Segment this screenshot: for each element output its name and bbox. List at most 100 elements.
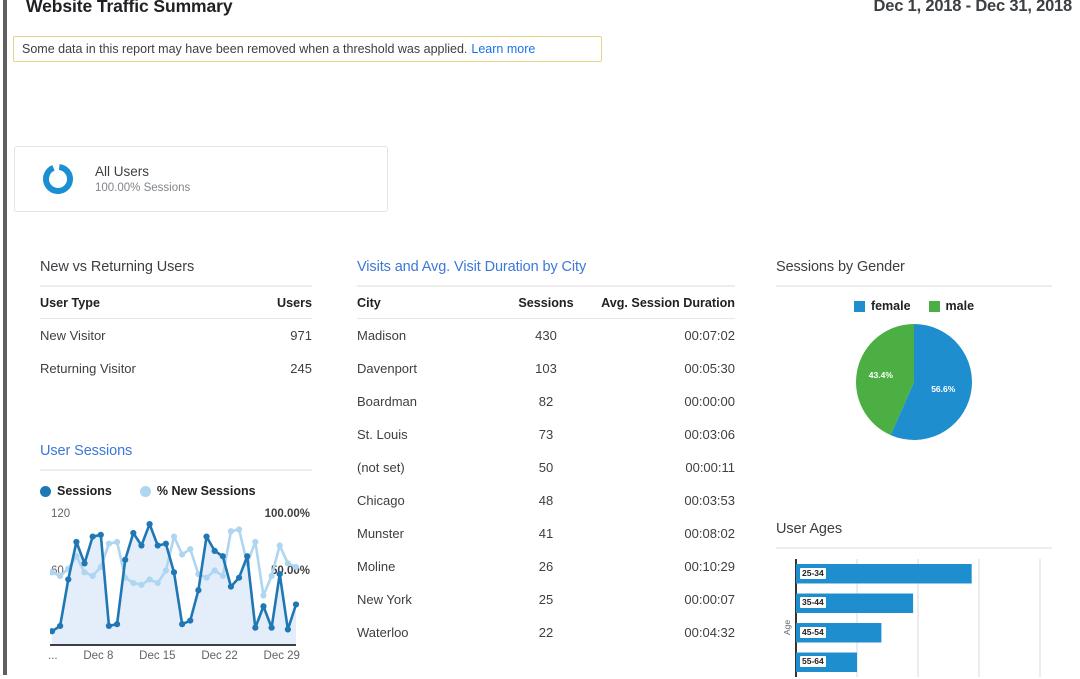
axis-title-age: Age	[782, 619, 792, 635]
cell-sessions: 25	[538, 592, 554, 607]
widget-title-cities[interactable]: Visits and Avg. Visit Duration by City	[357, 259, 735, 275]
table-row[interactable]: New York 25 00:00:07	[357, 583, 735, 616]
x-tick: ...	[48, 650, 58, 662]
legend-gender: female male	[776, 299, 1052, 313]
chart-user-ages[interactable]: Age 25-34 35-44 45-54 55-64	[776, 559, 1052, 679]
x-tick: Dec 15	[139, 650, 176, 662]
line-chart-svg	[50, 520, 300, 644]
col-avg-session-duration[interactable]: Avg. Session Duration	[591, 287, 735, 319]
table-header-row: City Sessions Avg. Session Duration	[357, 287, 735, 319]
table-row[interactable]: Davenport 103 00:05:30	[357, 352, 735, 385]
date-range-label[interactable]: Dec 1, 2018 - Dec 31, 2018	[874, 0, 1073, 16]
cell-duration: 00:00:00	[684, 394, 735, 409]
widget-title-gender: Sessions by Gender	[776, 259, 905, 275]
table-row[interactable]: New Visitor 971	[40, 319, 312, 353]
x-tick: Dec 29	[263, 650, 300, 662]
legend-item-female[interactable]: female	[853, 299, 911, 313]
widget-title-new-vs-returning: New vs Returning Users	[40, 259, 195, 275]
cell-duration: 00:03:53	[684, 493, 735, 508]
cell-sessions: 82	[538, 394, 554, 409]
table-row[interactable]: (not set) 50 00:00:11	[357, 451, 735, 484]
pie-label-male: 43.4%	[868, 370, 893, 381]
bar-chart-svg	[795, 559, 1041, 677]
cell-sessions: 103	[535, 361, 557, 376]
table-new-vs-returning: User Type Users New Visitor 971 Returnin…	[40, 287, 312, 385]
segment-sub: 100.00% Sessions	[95, 181, 191, 194]
page-title: Website Traffic Summary	[26, 0, 233, 16]
cell-duration: 00:04:32	[684, 625, 735, 640]
widget-gender: Sessions by Gender female male 56.6% 43.…	[776, 259, 1052, 443]
cell-duration: 00:03:06	[684, 427, 735, 442]
cell-city: Waterloo	[357, 625, 409, 640]
cell-city: (not set)	[357, 460, 405, 475]
table-row[interactable]: Returning Visitor 245	[40, 352, 312, 385]
table-header-row: User Type Users	[40, 287, 312, 319]
cell-duration: 00:10:29	[684, 559, 735, 574]
table-row[interactable]: Boardman 82 00:00:00	[357, 385, 735, 418]
table-row[interactable]: Chicago 48 00:03:53	[357, 484, 735, 517]
segment-card-all-users[interactable]: All Users 100.00% Sessions	[14, 146, 388, 212]
col-sessions[interactable]: Sessions	[500, 287, 592, 319]
cell-duration: 00:07:02	[684, 328, 735, 343]
legend-swatch-icon	[928, 300, 940, 312]
legend-label: male	[945, 299, 975, 313]
chart-gender-pie[interactable]: 56.6% 43.4%	[776, 321, 1052, 443]
legend-user-sessions: Sessions % New Sessions	[40, 484, 312, 498]
legend-label: Sessions	[57, 484, 112, 498]
widget-title-user-ages: User Ages	[776, 521, 842, 537]
cell-sessions: 430	[535, 328, 557, 343]
cell-duration: 00:05:30	[684, 361, 735, 376]
threshold-notice-text: Some data in this report may have been r…	[22, 42, 468, 56]
pie-chart-svg	[856, 324, 973, 440]
x-tick: Dec 22	[201, 650, 238, 662]
bar-category-label: 25-34	[800, 567, 826, 579]
bar-category-label: 35-44	[800, 597, 826, 609]
table-row[interactable]: Munster 41 00:08:02	[357, 517, 735, 550]
legend-swatch-icon	[853, 300, 865, 312]
legend-item-male[interactable]: male	[928, 299, 975, 313]
table-row[interactable]: Madison 430 00:07:02	[357, 319, 735, 353]
col-user-type[interactable]: User Type	[40, 287, 240, 319]
widget-user-sessions: User Sessions Sessions % New Sessions 12…	[40, 443, 312, 671]
widget-new-vs-returning: New vs Returning Users User Type Users N…	[40, 259, 312, 385]
x-axis-ticks: ... Dec 8 Dec 15 Dec 22 Dec 29	[48, 650, 300, 662]
table-row[interactable]: St. Louis 73 00:03:06	[357, 418, 735, 451]
cell-city: St. Louis	[357, 427, 408, 442]
table-row[interactable]: Waterloo 22 00:04:32	[357, 616, 735, 649]
pie-label-female: 56.6%	[931, 383, 956, 394]
legend-item-sessions[interactable]: Sessions	[40, 484, 112, 498]
col-users[interactable]: Users	[239, 287, 312, 319]
report-canvas: Website Traffic Summary Dec 1, 2018 - De…	[0, 0, 1080, 677]
cell-city: New York	[357, 592, 412, 607]
legend-dot-icon	[139, 485, 151, 497]
cell-sessions: 22	[538, 625, 554, 640]
divider	[40, 469, 312, 471]
cell-user-type: New Visitor	[40, 328, 106, 343]
widget-cities: Visits and Avg. Visit Duration by City C…	[357, 259, 735, 649]
cell-city: Boardman	[357, 394, 417, 409]
cell-users: 971	[290, 328, 312, 343]
divider	[776, 547, 1052, 549]
table-row[interactable]: Moline 26 00:10:29	[357, 550, 735, 583]
cell-user-type: Returning Visitor	[40, 361, 136, 376]
legend-item-new-sessions[interactable]: % New Sessions	[139, 484, 256, 498]
widget-user-ages: User Ages Age 25-34 35-44 45-54 55-64	[776, 521, 1052, 679]
learn-more-link[interactable]: Learn more	[471, 42, 535, 56]
chart-user-sessions[interactable]: 120 60 100.00% 50.00% ... Dec 8 Dec 15 D…	[40, 506, 312, 671]
legend-label: % New Sessions	[156, 484, 256, 498]
legend-dot-icon	[40, 485, 51, 497]
cell-sessions: 48	[538, 493, 554, 508]
divider	[776, 285, 1052, 287]
cell-city: Chicago	[357, 493, 405, 508]
cell-users: 245	[290, 361, 312, 376]
x-axis-line	[50, 644, 296, 646]
legend-label: female	[870, 299, 911, 313]
cell-duration: 00:00:07	[684, 592, 735, 607]
cell-city: Davenport	[357, 361, 417, 376]
donut-ring-icon	[41, 162, 75, 196]
cell-duration: 00:00:11	[685, 460, 735, 475]
col-city[interactable]: City	[357, 287, 501, 319]
cell-sessions: 50	[538, 460, 554, 475]
cell-duration: 00:08:02	[684, 526, 735, 541]
widget-title-user-sessions[interactable]: User Sessions	[40, 443, 312, 459]
